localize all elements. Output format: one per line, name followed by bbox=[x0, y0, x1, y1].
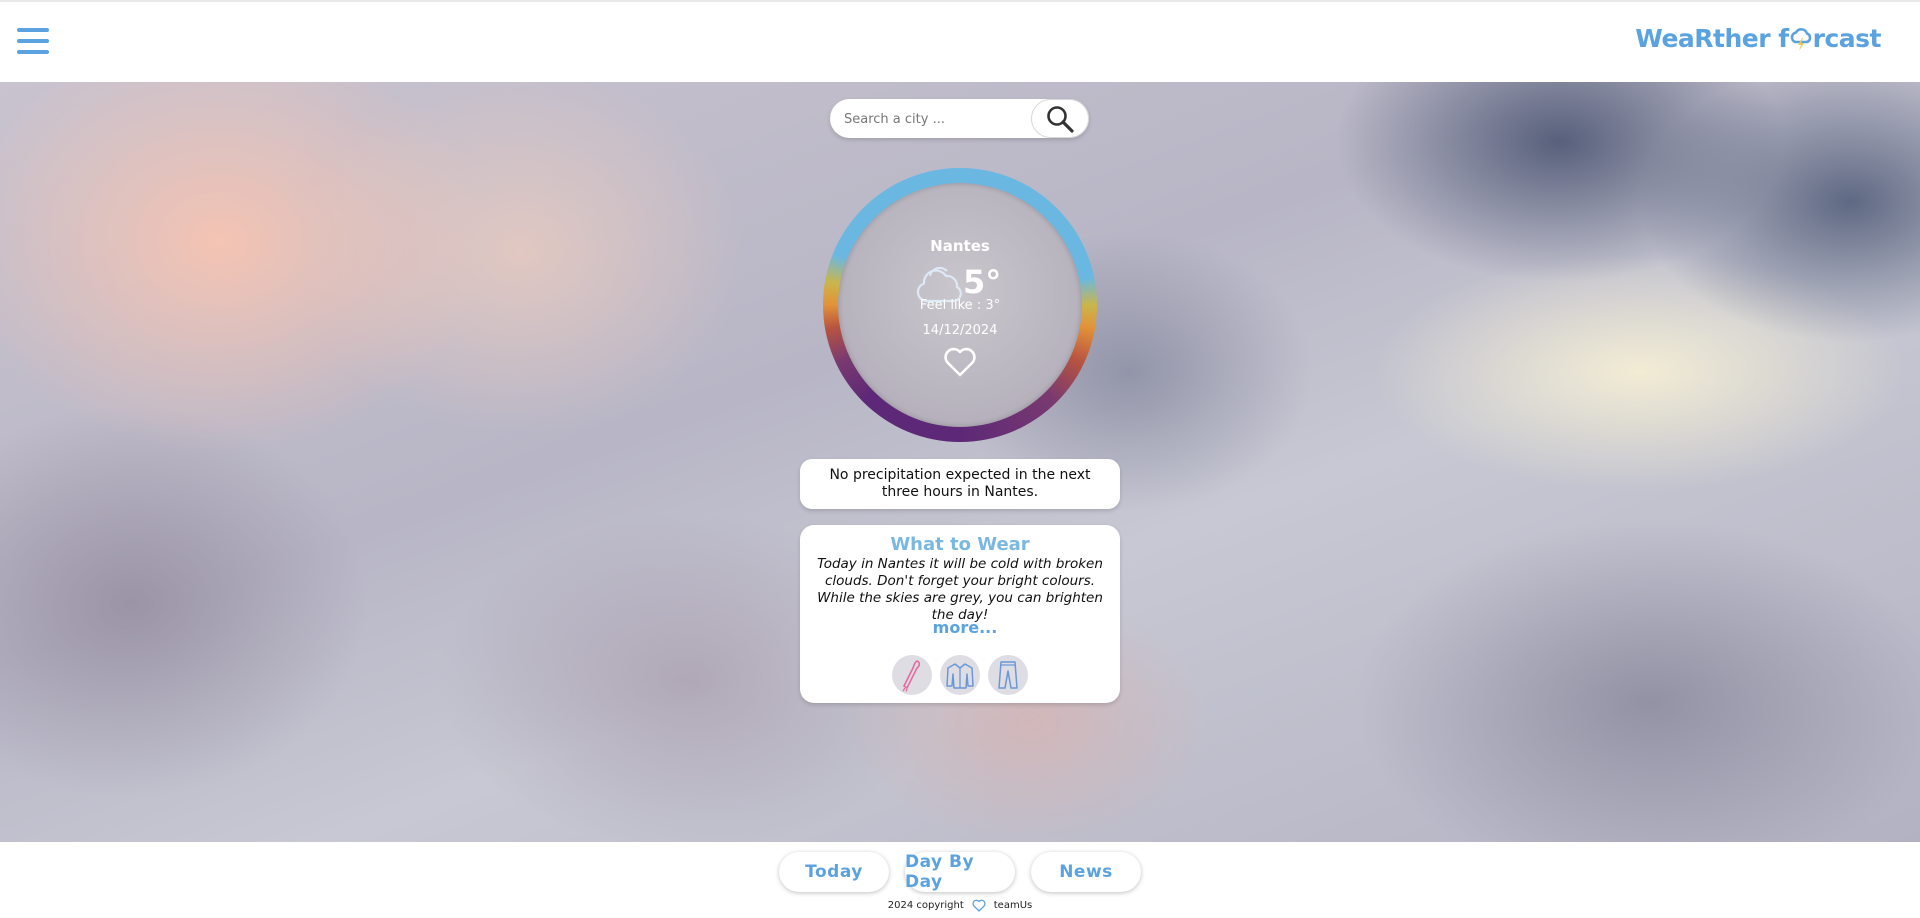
precipitation-message: No precipitation expected in the next th… bbox=[829, 467, 1091, 500]
search-bar bbox=[830, 99, 1089, 138]
more-link[interactable]: more... bbox=[800, 618, 1130, 637]
search-icon bbox=[1047, 105, 1074, 133]
footer-heart-icon bbox=[972, 899, 986, 912]
team-name: teamUs bbox=[993, 900, 1033, 911]
copyright-text: 2024 copyright bbox=[887, 900, 964, 911]
scarf-icon bbox=[902, 660, 921, 692]
scarf-item[interactable] bbox=[892, 655, 932, 695]
favorite-button[interactable] bbox=[943, 346, 977, 378]
pants-item[interactable] bbox=[988, 655, 1028, 695]
what-to-wear-card: What to Wear Today in Nantes it will be … bbox=[800, 525, 1120, 703]
date: 14/12/2024 bbox=[922, 323, 998, 338]
app-logo[interactable]: WeaRther f rcast bbox=[1635, 24, 1881, 53]
jacket-icon bbox=[946, 663, 974, 689]
logo-text-end: rcast bbox=[1812, 24, 1882, 53]
search-button[interactable] bbox=[1031, 99, 1089, 138]
weather-circle: Nantes 5° Feel like : 3° 14/12/2024 bbox=[838, 183, 1082, 427]
hamburger-menu-icon[interactable] bbox=[17, 28, 49, 54]
logo-text-start: WeaRther f bbox=[1635, 24, 1789, 53]
pants-icon bbox=[998, 661, 1018, 689]
city-name: Nantes bbox=[930, 237, 990, 255]
weather-ring: Nantes 5° Feel like : 3° 14/12/2024 bbox=[823, 168, 1097, 442]
precipitation-card: No precipitation expected in the next th… bbox=[800, 459, 1120, 509]
nav-today-button[interactable]: Today bbox=[779, 852, 889, 892]
storm-cloud-logo-icon bbox=[1790, 27, 1811, 51]
nav-news-button[interactable]: News bbox=[1031, 852, 1141, 892]
search-input[interactable] bbox=[842, 107, 1036, 131]
temperature: 5° bbox=[963, 263, 1002, 301]
jacket-item[interactable] bbox=[940, 655, 980, 695]
nav-day-by-day-button[interactable]: Day By Day bbox=[905, 852, 1015, 892]
what-to-wear-title: What to Wear bbox=[890, 534, 1030, 555]
app-header: WeaRther f rcast bbox=[0, 2, 1920, 82]
heart-icon bbox=[944, 347, 976, 377]
footer: 2024 copyright teamUs bbox=[0, 899, 1920, 912]
feels-like: Feel like : 3° bbox=[919, 298, 1001, 313]
what-to-wear-text: Today in Nantes it will be cold with bro… bbox=[817, 556, 1103, 623]
